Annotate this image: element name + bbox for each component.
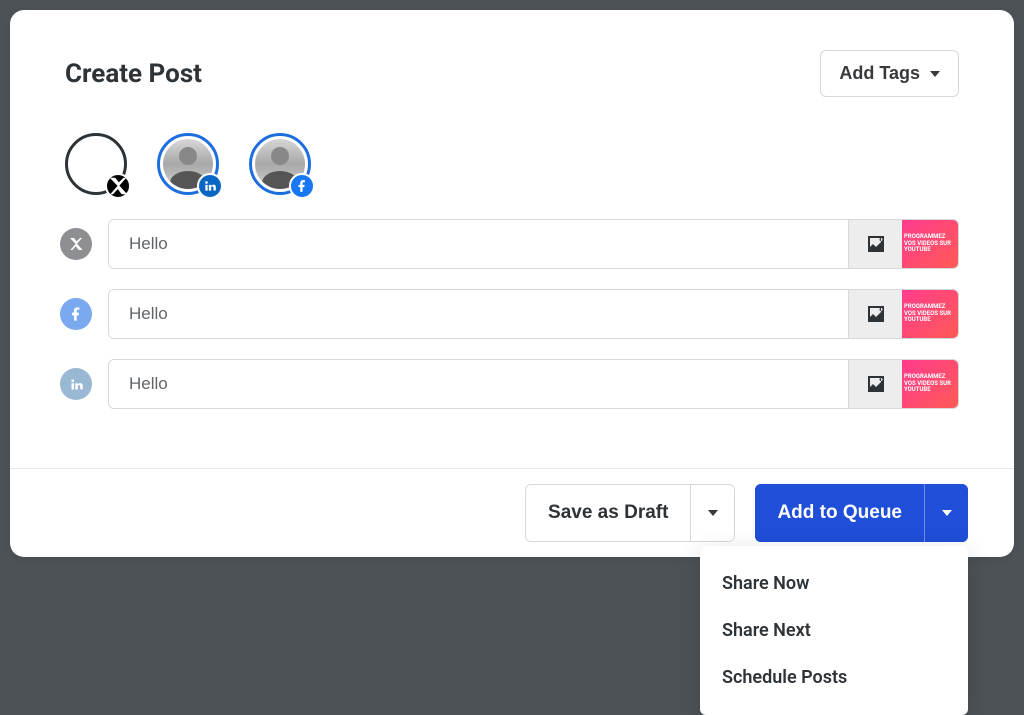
add-queue-button[interactable]: Add to Queue	[755, 484, 924, 542]
dropdown-item-share-next[interactable]: Share Next	[700, 607, 968, 654]
compose-input[interactable]	[109, 220, 848, 268]
chevron-down-icon	[942, 510, 952, 516]
page-title: Create Post	[65, 59, 202, 89]
add-queue-group: Add to Queue	[755, 484, 968, 542]
save-draft-button[interactable]: Save as Draft	[526, 485, 690, 541]
chevron-down-icon	[930, 71, 940, 77]
queue-dropdown: Share Now Share Next Schedule Posts	[700, 546, 968, 715]
save-draft-group: Save as Draft	[525, 484, 735, 542]
thumbnail-text: PROGRAMMEZ VOS VIDEOS SUR YOUTUBE	[904, 304, 956, 324]
facebook-icon	[289, 173, 315, 199]
header: Create Post Add Tags	[10, 10, 1014, 97]
attach-image-button[interactable]	[848, 220, 902, 268]
linkedin-icon	[197, 173, 223, 199]
account-x[interactable]	[65, 133, 127, 195]
attach-image-button[interactable]	[848, 290, 902, 338]
account-linkedin[interactable]	[157, 133, 219, 195]
compose-input-box: PROGRAMMEZ VOS VIDEOS SUR YOUTUBE	[108, 289, 959, 339]
image-icon	[864, 372, 888, 396]
media-thumbnail[interactable]: PROGRAMMEZ VOS VIDEOS SUR YOUTUBE	[902, 360, 958, 408]
create-post-card: Create Post Add Tags	[10, 10, 1014, 557]
media-thumbnail[interactable]: PROGRAMMEZ VOS VIDEOS SUR YOUTUBE	[902, 220, 958, 268]
dropdown-item-schedule[interactable]: Schedule Posts	[700, 654, 968, 701]
compose-input-box: PROGRAMMEZ VOS VIDEOS SUR YOUTUBE	[108, 219, 959, 269]
compose-input[interactable]	[109, 290, 848, 338]
account-facebook[interactable]	[249, 133, 311, 195]
thumbnail-text: PROGRAMMEZ VOS VIDEOS SUR YOUTUBE	[904, 234, 956, 254]
compose-input-box: PROGRAMMEZ VOS VIDEOS SUR YOUTUBE	[108, 359, 959, 409]
media-thumbnail[interactable]: PROGRAMMEZ VOS VIDEOS SUR YOUTUBE	[902, 290, 958, 338]
x-icon	[105, 173, 131, 199]
facebook-icon	[60, 298, 92, 330]
compose-input[interactable]	[109, 360, 848, 408]
save-draft-label: Save as Draft	[548, 502, 668, 524]
compose-row-linkedin: PROGRAMMEZ VOS VIDEOS SUR YOUTUBE	[60, 359, 959, 409]
chevron-down-icon	[708, 510, 718, 516]
add-queue-caret-button[interactable]	[924, 484, 968, 542]
x-icon	[60, 228, 92, 260]
attach-image-button[interactable]	[848, 360, 902, 408]
image-icon	[864, 302, 888, 326]
add-tags-button[interactable]: Add Tags	[820, 50, 959, 97]
accounts-row	[10, 97, 1014, 213]
compose-rows: PROGRAMMEZ VOS VIDEOS SUR YOUTUBE PROGRA…	[10, 213, 1014, 409]
image-icon	[864, 232, 888, 256]
compose-row-x: PROGRAMMEZ VOS VIDEOS SUR YOUTUBE	[60, 219, 959, 269]
footer-actions: Save as Draft Add to Queue	[10, 468, 1014, 557]
linkedin-icon	[60, 368, 92, 400]
thumbnail-text: PROGRAMMEZ VOS VIDEOS SUR YOUTUBE	[904, 374, 956, 394]
add-tags-label: Add Tags	[839, 63, 920, 84]
dropdown-item-share-now[interactable]: Share Now	[700, 560, 968, 607]
compose-row-facebook: PROGRAMMEZ VOS VIDEOS SUR YOUTUBE	[60, 289, 959, 339]
add-queue-label: Add to Queue	[777, 502, 902, 524]
save-draft-caret-button[interactable]	[690, 485, 734, 541]
